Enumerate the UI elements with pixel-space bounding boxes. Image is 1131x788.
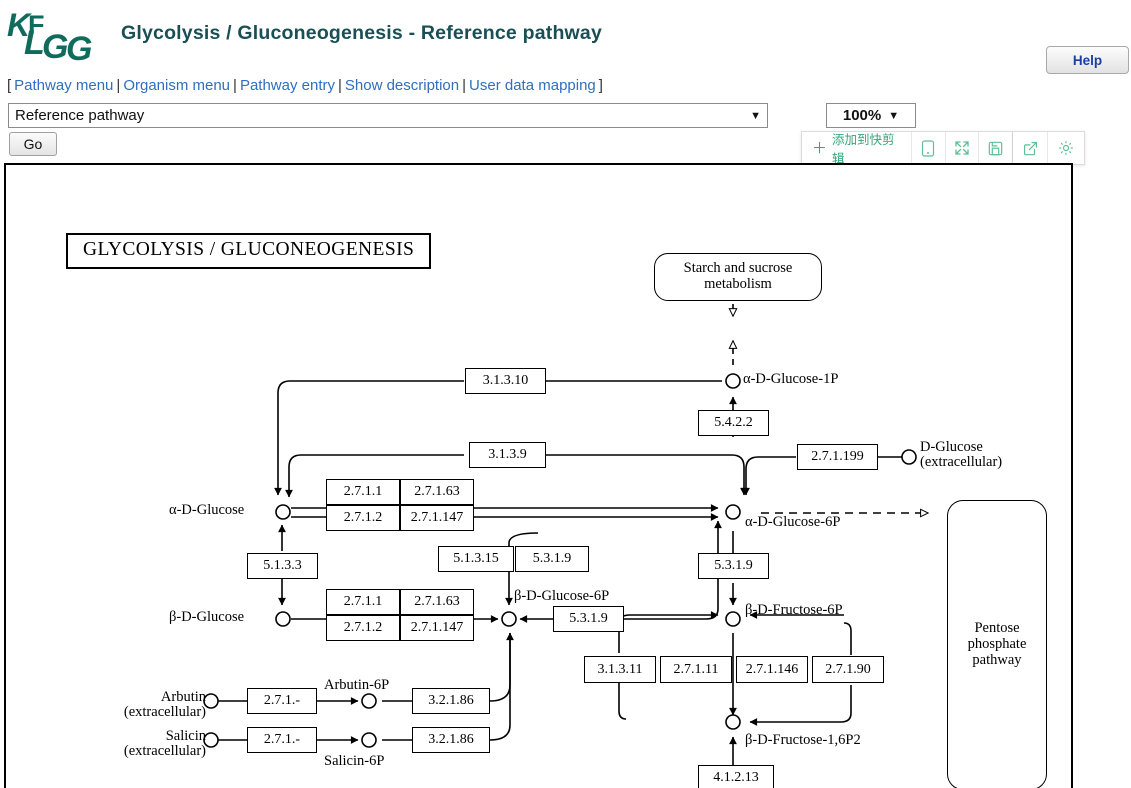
mobile-icon[interactable]: [912, 132, 946, 164]
add-to-clip-label: 添加到快剪辑: [832, 133, 895, 166]
pathway-select-value: Reference pathway: [15, 107, 145, 124]
nav-link-organism-menu[interactable]: Organism menu: [123, 77, 230, 94]
compound-label-salicin-6p[interactable]: Salicin-6P: [324, 753, 384, 770]
enzyme-2-7-1-dash-a[interactable]: 2.7.1.-: [247, 688, 317, 714]
navbar-sep-3: |: [337, 77, 342, 94]
enzyme-3-1-3-11[interactable]: 3.1.3.11: [584, 656, 656, 683]
clip-toolbar-secondary: [1013, 131, 1085, 165]
enzyme-2-7-1-2-a[interactable]: 2.7.1.2: [326, 505, 400, 531]
enzyme-3-2-1-86-b[interactable]: 3.2.1.86: [412, 727, 490, 753]
compound-label-d-glucose-extracellular[interactable]: D-Glucose (extracellular): [920, 439, 1003, 471]
settings-icon[interactable]: [1048, 132, 1083, 164]
add-to-clip-button[interactable]: ＋ 添加到快剪辑: [802, 132, 913, 166]
salicin-line2: (extracellular): [123, 743, 206, 760]
chevron-down-icon: ▼: [888, 109, 900, 122]
page-title: Glycolysis / Gluconeogenesis - Reference…: [121, 22, 603, 44]
expand-icon[interactable]: [946, 132, 979, 164]
map-link-pentose-line3: pathway: [972, 651, 1022, 668]
chevron-down-icon: ▼: [750, 109, 761, 122]
d-glucose-extracellular-line2: (extracellular): [920, 454, 1003, 471]
go-button[interactable]: Go: [9, 132, 57, 156]
enzyme-2-7-1-11[interactable]: 2.7.1.11: [660, 656, 732, 683]
arbutin-line2: (extracellular): [123, 704, 206, 721]
nav-link-pathway-menu[interactable]: Pathway menu: [14, 77, 113, 94]
navbar-open-bracket: [: [7, 77, 12, 94]
plus-icon: ＋: [812, 139, 828, 157]
enzyme-5-4-2-2[interactable]: 5.4.2.2: [698, 410, 769, 436]
map-link-starch-sucrose[interactable]: Starch and sucrose metabolism: [654, 253, 822, 301]
navbar-sep-2: |: [233, 77, 237, 94]
map-link-starch-sucrose-line2: metabolism: [704, 276, 772, 292]
nav-link-user-data-mapping[interactable]: User data mapping: [469, 77, 596, 94]
enzyme-5-3-1-9-a[interactable]: 5.3.1.9: [698, 553, 769, 579]
pathway-map-canvas[interactable]: GLYCOLYSIS / GLUCONEOGENESIS Starch and …: [6, 165, 1071, 788]
map-link-starch-sucrose-line1: Starch and sucrose: [683, 260, 793, 277]
pathway-map-frame: GLYCOLYSIS / GLUCONEOGENESIS Starch and …: [4, 163, 1073, 788]
pathway-select[interactable]: Reference pathway ▼: [8, 103, 768, 128]
enzyme-5-3-1-9-b[interactable]: 5.3.1.9: [515, 546, 589, 572]
enzyme-2-7-1-146[interactable]: 2.7.1.146: [736, 656, 808, 683]
clip-toolbar: ＋ 添加到快剪辑: [801, 131, 1013, 166]
compound-label-alpha-d-glucose[interactable]: α-D-Glucose: [169, 502, 244, 519]
compound-label-beta-d-fructose-6p[interactable]: β-D-Fructose-6P: [745, 602, 843, 619]
compound-label-alpha-d-glucose-1p[interactable]: α-D-Glucose-1P: [743, 371, 838, 388]
enzyme-5-3-1-9-c[interactable]: 5.3.1.9: [553, 606, 624, 632]
enzyme-2-7-1-dash-b[interactable]: 2.7.1.-: [247, 727, 317, 753]
enzyme-2-7-1-63-b[interactable]: 2.7.1.63: [400, 589, 474, 615]
compound-label-arbutin-extracellular[interactable]: Arbutin (extracellular): [84, 689, 206, 721]
compound-label-alpha-d-glucose-6p[interactable]: α-D-Glucose-6P: [745, 514, 840, 531]
help-button[interactable]: Help: [1046, 46, 1129, 74]
navbar-close-bracket: ]: [598, 77, 603, 94]
enzyme-5-1-3-15[interactable]: 5.1.3.15: [438, 546, 514, 572]
enzyme-2-7-1-147-a[interactable]: 2.7.1.147: [400, 505, 474, 531]
enzyme-3-1-3-9[interactable]: 3.1.3.9: [469, 442, 546, 468]
map-link-pentose-line1: Pentose: [974, 620, 1020, 637]
kegg-logo[interactable]: K F L G G: [6, 7, 108, 70]
enzyme-3-2-1-86-a[interactable]: 3.2.1.86: [412, 688, 490, 714]
navbar-sep-1: |: [116, 77, 121, 94]
navbar: [Pathway menu | Organism menu | Pathway entr…: [4, 77, 606, 94]
enzyme-2-7-1-1-a[interactable]: 2.7.1.1: [326, 479, 400, 505]
d-glucose-extracellular-line1: D-Glucose: [920, 439, 983, 455]
enzyme-2-7-1-147-b[interactable]: 2.7.1.147: [400, 615, 474, 641]
svg-text:L: L: [24, 24, 43, 62]
enzyme-2-7-1-90[interactable]: 2.7.1.90: [812, 656, 884, 683]
compound-label-salicin-extracellular[interactable]: Salicin (extracellular): [84, 728, 206, 760]
kegg-logo-icon: K F L G G: [7, 7, 95, 68]
map-link-pentose-line2: phosphate: [967, 636, 1027, 653]
compound-label-beta-d-glucose-6p[interactable]: β-D-Glucose-6P: [514, 588, 609, 605]
compound-label-beta-d-fructose-16p2[interactable]: β-D-Fructose-1,6P2: [745, 732, 861, 749]
enzyme-2-7-1-2-b[interactable]: 2.7.1.2: [326, 615, 400, 641]
svg-text:G: G: [66, 30, 92, 68]
enzyme-4-1-2-13[interactable]: 4.1.2.13: [698, 765, 774, 788]
enzyme-2-7-1-199[interactable]: 2.7.1.199: [797, 444, 878, 470]
enzyme-2-7-1-1-b[interactable]: 2.7.1.1: [326, 589, 400, 615]
svg-text:G: G: [42, 28, 68, 66]
nav-link-show-description[interactable]: Show description: [345, 77, 459, 94]
nav-link-pathway-entry[interactable]: Pathway entry: [240, 77, 335, 94]
navbar-sep-4: |: [462, 77, 467, 94]
zoom-select-value: 100%: [842, 107, 882, 124]
enzyme-3-1-3-10[interactable]: 3.1.3.10: [465, 368, 546, 394]
compound-label-beta-d-glucose[interactable]: β-D-Glucose: [169, 609, 244, 626]
share-icon[interactable]: [1013, 132, 1048, 164]
save-icon[interactable]: [979, 132, 1012, 164]
enzyme-2-7-1-63-a[interactable]: 2.7.1.63: [400, 479, 474, 505]
map-link-pentose-phosphate[interactable]: Pentose phosphate pathway: [947, 500, 1047, 788]
compound-label-arbutin-6p[interactable]: Arbutin-6P: [324, 677, 389, 694]
map-title-box: GLYCOLYSIS / GLUCONEOGENESIS: [66, 233, 432, 269]
salicin-line1: Salicin: [165, 728, 206, 744]
zoom-select[interactable]: 100% ▼: [826, 103, 916, 128]
arbutin-line1: Arbutin: [160, 689, 206, 705]
enzyme-5-1-3-3[interactable]: 5.1.3.3: [247, 553, 318, 579]
